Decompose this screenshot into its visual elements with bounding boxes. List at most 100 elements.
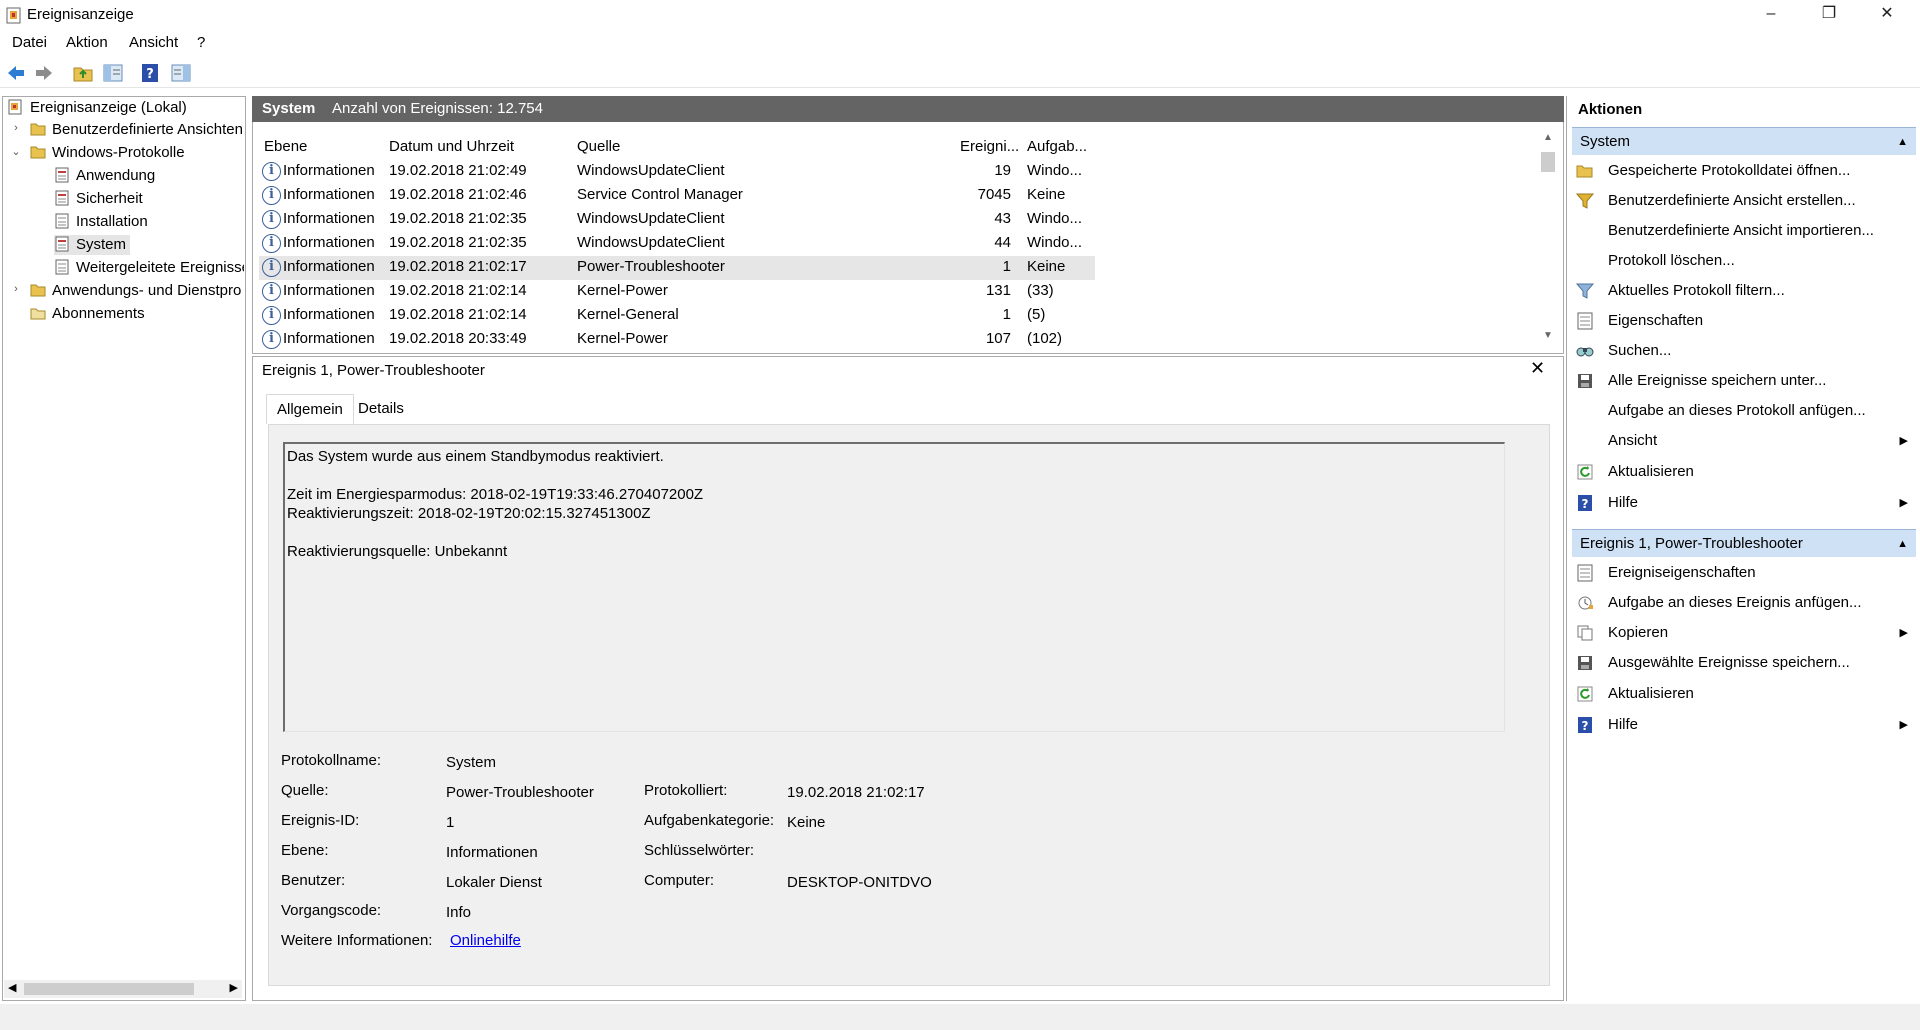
show-actions-pane-icon[interactable] [170,62,192,84]
event-row[interactable]: i Informationen 19.02.2018 21:02:46 Service… [259,184,1095,208]
tree-label: Anwendungs- und Dienstpro [52,282,242,299]
menu-bar: Datei Aktion Ansicht ? [0,32,1920,54]
filter-icon [1576,282,1594,300]
action-item[interactable]: Ereigniseigenschaften [1572,560,1916,586]
online-help-link[interactable]: Onlinehilfe [450,932,521,949]
action-item[interactable]: ? Hilfe ▶ [1572,490,1916,516]
scroll-down-icon[interactable]: ▼ [1543,330,1553,341]
scrollbar-thumb[interactable] [1541,152,1555,172]
menu-datei[interactable]: Datei [12,34,47,51]
event-row[interactable]: i Informationen 19.02.2018 21:02:14 Kernel-… [259,304,1095,328]
menu-ansicht[interactable]: Ansicht [129,34,178,51]
menu-aktion[interactable]: Aktion [66,34,108,51]
expand-chevron-icon[interactable]: › [10,283,22,295]
minimize-button[interactable]: – [1742,0,1800,30]
action-item[interactable]: Gespeicherte Protokolldatei öffnen... [1572,158,1916,184]
scrollbar-thumb[interactable] [24,983,194,995]
tree-item-installation[interactable]: Installation [54,212,148,232]
tree-horizontal-scrollbar[interactable]: ◀ ▶ [4,980,242,998]
event-row[interactable]: i Informationen 19.02.2018 21:02:35 Windows… [259,232,1095,256]
label-event-id: Ereignis-ID: [281,812,360,829]
tree-item-windows-logs[interactable]: Windows-Protokolle [30,143,185,163]
action-item[interactable]: Kopieren ▶ [1572,620,1916,646]
action-item[interactable]: Eigenschaften [1572,308,1916,334]
value-user: Lokaler Dienst [446,874,542,891]
cell-task: (33) [1027,282,1054,299]
events-vertical-scrollbar[interactable]: ▲ ▼ [1537,130,1559,348]
label-opcode: Vorgangscode: [281,902,382,919]
cell-date: 19.02.2018 21:02:46 [389,186,527,203]
back-arrow-icon[interactable] [5,62,27,84]
menu-help[interactable]: ? [197,34,205,51]
submenu-arrow-icon: ▶ [1899,497,1908,509]
event-row[interactable]: i Informationen 19.02.2018 21:02:35 Windows… [259,208,1095,232]
folder-up-icon[interactable] [72,62,94,84]
scroll-left-icon[interactable]: ◀ [8,981,16,994]
window-title: Ereignisanzeige [27,6,134,23]
tree-item-subscriptions[interactable]: Abonnements [30,304,145,324]
action-label: Hilfe [1608,494,1639,511]
forward-arrow-icon[interactable] [33,62,55,84]
action-item[interactable]: Alle Ereignisse speichern unter... [1572,368,1916,394]
tree-item-app-services[interactable]: Anwendungs- und Dienstpro [30,281,244,301]
folder-open-icon [1576,162,1594,180]
action-item[interactable]: Ansicht ▶ [1572,428,1916,454]
action-item[interactable]: Ausgewählte Ereignisse speichern... [1572,650,1916,676]
cell-level: Informationen [283,234,375,251]
label-source: Quelle: [281,782,329,799]
close-window-button[interactable]: ✕ [1858,0,1916,30]
cell-date: 19.02.2018 21:02:35 [389,234,527,251]
column-header-task[interactable]: Aufgab... [1027,136,1087,158]
tree-item-anwendung[interactable]: Anwendung [54,166,155,186]
help-icon[interactable]: ? [139,62,161,84]
close-detail-icon[interactable]: ✕ [1530,358,1545,379]
action-item[interactable]: Suchen... [1572,338,1916,364]
tree-item-forwarded-events[interactable]: Weitergeleitete Ereignisse [54,258,244,278]
label-task-category: Aufgabenkategorie: [644,812,775,829]
event-row[interactable]: i Informationen 19.02.2018 21:02:49 Windows… [259,160,1095,184]
information-icon: i [262,162,281,181]
action-item[interactable]: ? Hilfe ▶ [1572,712,1916,738]
action-item[interactable]: Benutzerdefinierte Ansicht importieren..… [1572,218,1916,244]
event-row[interactable]: i Informationen 19.02.2018 20:33:49 Kernel-… [259,328,1095,352]
scroll-right-icon[interactable]: ▶ [230,981,238,994]
expand-chevron-icon[interactable]: › [10,122,22,134]
tree-item-sicherheit[interactable]: Sicherheit [54,189,143,209]
tree-item-custom-views[interactable]: Benutzerdefinierte Ansichten [30,120,243,140]
event-row[interactable]: i Informationen 19.02.2018 21:02:17 Power-T… [259,256,1095,280]
action-item[interactable]: Aktualisieren [1572,681,1916,707]
action-item[interactable]: Benutzerdefinierte Ansicht erstellen... [1572,188,1916,214]
action-item[interactable]: Aufgabe an dieses Protokoll anfügen... [1572,398,1916,424]
action-item[interactable]: Aktuelles Protokoll filtern... [1572,278,1916,304]
column-header-source[interactable]: Quelle [577,136,620,158]
scroll-up-icon[interactable]: ▲ [1543,132,1553,143]
collapse-section-icon[interactable]: ▲ [1897,128,1908,156]
cell-level: Informationen [283,210,375,227]
tree-item-system[interactable]: System [54,235,131,255]
toolbar: ? [0,58,1920,88]
action-item[interactable]: Aufgabe an dieses Ereignis anfügen... [1572,590,1916,616]
tab-allgemein[interactable]: Allgemein [266,394,354,424]
cell-level: Informationen [283,330,375,347]
cell-level: Informationen [283,186,375,203]
actions-section-event[interactable]: Ereignis 1, Power-Troubleshooter ▲ [1572,529,1916,557]
cell-event-id: 7045 [977,186,1011,203]
actions-header: Aktionen [1578,101,1643,118]
submenu-arrow-icon: ▶ [1899,435,1908,447]
save-icon [1576,654,1594,672]
show-hide-tree-icon[interactable] [102,62,124,84]
column-header-date[interactable]: Datum und Uhrzeit [389,136,514,158]
actions-section-system[interactable]: System ▲ [1572,127,1916,155]
action-item[interactable]: Aktualisieren [1572,459,1916,485]
title-bar: Ereignisanzeige – ❐ ✕ [0,0,1920,30]
collapse-chevron-icon[interactable]: ⌄ [10,145,22,158]
event-row[interactable]: i Informationen 19.02.2018 21:02:14 Kernel-… [259,280,1095,304]
information-icon: i [262,234,281,253]
collapse-section-icon[interactable]: ▲ [1897,530,1908,558]
action-item[interactable]: Protokoll löschen... [1572,248,1916,274]
tree-root[interactable]: Ereignisanzeige (Lokal) [8,98,187,118]
column-header-level[interactable]: Ebene [264,136,307,158]
tab-details[interactable]: Details [348,394,414,424]
column-header-event-id[interactable]: Ereigni... [960,136,1019,158]
restore-button[interactable]: ❐ [1800,0,1858,30]
